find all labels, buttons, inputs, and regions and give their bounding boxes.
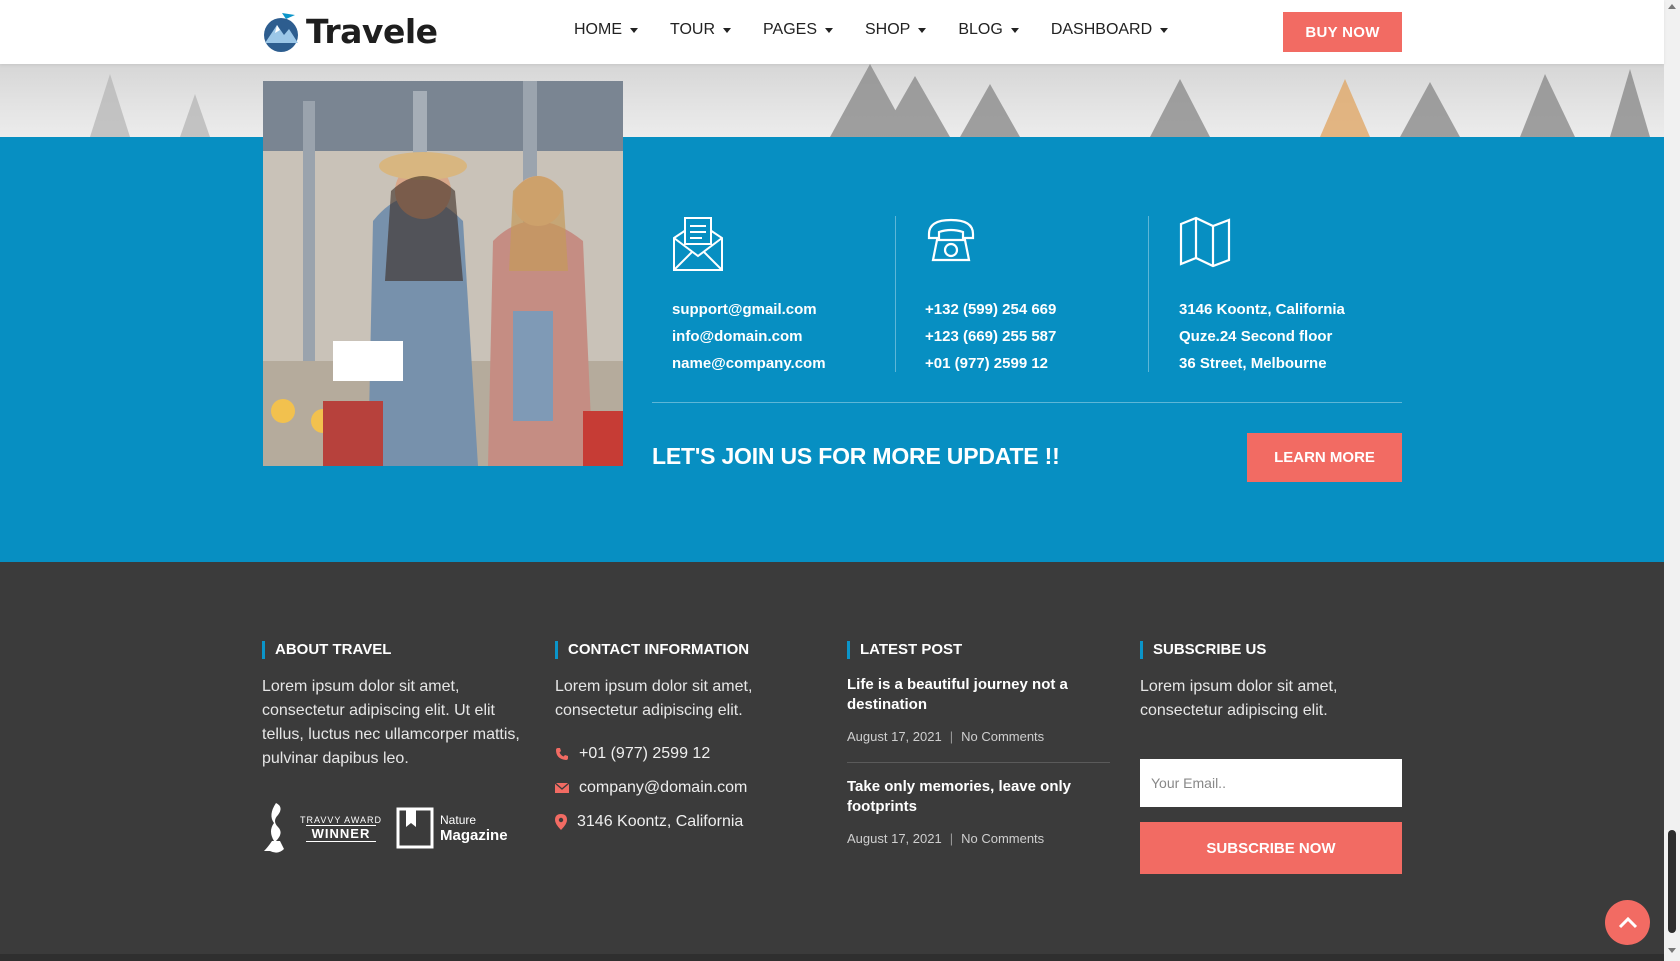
footer-address-row: 3146 Koontz, California [555,811,805,833]
meta-divider: | [949,831,954,846]
email-1[interactable]: support@gmail.com [672,296,892,323]
footer-address: 3146 Koontz, California [577,813,744,830]
phones-column: +132 (599) 254 669 +123 (669) 255 587 +0… [925,216,1145,377]
email-2[interactable]: info@domain.com [672,323,892,350]
chevron-down-icon [825,27,833,33]
post-comments[interactable]: No Comments [961,729,1044,744]
nav-tour-label: TOUR [670,21,716,38]
subscribe-email-input[interactable] [1140,759,1402,807]
nav-shop-label: SHOP [865,21,911,38]
post-divider [847,762,1110,763]
subscribe-column: SUBSCRIBE US Lorem ipsum dolor sit amet,… [1140,641,1402,874]
column-divider [1148,216,1149,372]
post-meta: August 17, 2021 | No Comments [847,729,1112,744]
about-travel-column: ABOUT TRAVEL Lorem ipsum dolor sit amet,… [262,641,527,855]
band-divider [652,402,1402,403]
map-icon [1179,216,1399,272]
post-comments[interactable]: No Comments [961,831,1044,846]
nature-magazine-badge: Nature Magazine [396,807,508,849]
magazine-icon [396,807,434,849]
post-title-link[interactable]: Life is a beautiful journey not a destin… [847,675,1087,715]
latest-post-column: LATEST POST Life is a beautiful journey … [847,641,1112,846]
back-to-top-button[interactable] [1605,900,1650,945]
post-date[interactable]: August 17, 2021 [847,729,942,744]
footer-email-row[interactable]: company@domain.com [555,777,805,799]
nav-dashboard[interactable]: DASHBOARD [1050,21,1169,39]
post-title-link[interactable]: Take only memories, leave only footprint… [847,777,1087,817]
nav-shop[interactable]: SHOP [865,21,927,39]
telephone-icon [925,216,1145,272]
envelope-icon [672,216,892,272]
phone-3[interactable]: +01 (977) 2599 12 [925,350,1145,377]
nav-home-label: HOME [574,21,622,38]
buy-now-button[interactable]: BUY NOW [1283,12,1402,52]
nav-blog[interactable]: BLOG [958,21,1019,39]
nav-pages-label: PAGES [763,21,817,38]
scroll-up-arrow-icon[interactable] [1668,4,1676,9]
chevron-down-icon [1010,27,1019,33]
chevron-down-icon [630,27,638,33]
trophy-icon [264,803,284,853]
column-divider [895,216,896,372]
mail-icon [555,782,569,793]
contact-text: Lorem ipsum dolor sit amet, consectetur … [555,678,753,719]
award-badges: TRAVVY AWARD WINNER Nature Magazine [262,801,527,855]
address-column: 3146 Koontz, California Quze.24 Second f… [1179,216,1399,377]
nav-dashboard-label: DASHBOARD [1050,21,1153,38]
subscribe-heading: SUBSCRIBE US [1140,641,1402,659]
chevron-up-icon [1618,916,1637,928]
chevron-down-icon [918,27,927,33]
post-item: Life is a beautiful journey not a destin… [847,675,1112,744]
emails-column: support@gmail.com info@domain.com name@c… [672,216,892,377]
address-2: Quze.24 Second floor [1179,328,1333,345]
main-nav: HOME TOUR PAGES SHOP BLOG DASHBOARD [574,21,1200,39]
logo-mountain-icon [264,13,298,52]
about-heading: ABOUT TRAVEL [262,641,527,659]
scrollbar[interactable] [1664,0,1680,961]
phone-2[interactable]: +123 (669) 255 587 [925,323,1145,350]
nav-home[interactable]: HOME [574,21,638,39]
badge2-small-text: Nature [440,813,477,827]
badge1-big-text: WINNER [305,824,377,842]
forest-background [0,64,1664,137]
post-item: Take only memories, leave only footprint… [847,777,1112,846]
chevron-down-icon [723,27,732,33]
subscribe-text: Lorem ipsum dolor sit amet, consectetur … [1140,678,1338,719]
phone-1[interactable]: +132 (599) 254 669 [925,296,1145,323]
nav-blog-label: BLOG [958,21,1003,38]
subscribe-now-button[interactable]: SUBSCRIBE NOW [1140,822,1402,874]
site-header: Travele HOME TOUR PAGES SHOP BLOG DASHBO… [0,0,1664,64]
chevron-down-icon [1160,27,1169,33]
phone-icon [556,748,568,760]
post-meta: August 17, 2021 | No Comments [847,831,1112,846]
meta-divider: | [949,729,954,744]
address-3: 36 Street, Melbourne [1179,355,1327,372]
email-3[interactable]: name@company.com [672,350,892,377]
about-text: Lorem ipsum dolor sit amet, consectetur … [262,678,520,767]
badge1-small-text: TRAVVY AWARD [300,814,383,825]
scrollbar-thumb[interactable] [1668,830,1676,933]
footer-email: company@domain.com [579,779,748,796]
latest-heading: LATEST POST [847,641,1112,659]
location-pin-icon [555,814,567,830]
logo[interactable]: Travele [262,9,438,53]
logo-text: Travele [306,11,438,51]
contact-information-column: CONTACT INFORMATION Lorem ipsum dolor si… [555,641,805,833]
learn-more-button[interactable]: LEARN MORE [1247,433,1402,482]
travvy-award-badge: TRAVVY AWARD WINNER [262,801,382,855]
nav-pages[interactable]: PAGES [763,21,833,39]
badge2-big-text: Magazine [440,827,508,844]
footer-phone-row[interactable]: +01 (977) 2599 12 [555,743,805,765]
scroll-down-arrow-icon[interactable] [1668,948,1676,953]
site-footer: ABOUT TRAVEL Lorem ipsum dolor sit amet,… [0,562,1664,961]
nav-tour[interactable]: TOUR [670,21,732,39]
footer-phone: +01 (977) 2599 12 [579,745,711,762]
forest-trees-image [90,64,1650,137]
join-cta-text: LET'S JOIN US FOR MORE UPDATE !! [652,443,1060,469]
address-1: 3146 Koontz, California [1179,301,1345,318]
post-date[interactable]: August 17, 2021 [847,831,942,846]
footer-bottom-bar [0,954,1664,961]
contact-heading: CONTACT INFORMATION [555,641,805,659]
travelers-photo [263,81,623,466]
